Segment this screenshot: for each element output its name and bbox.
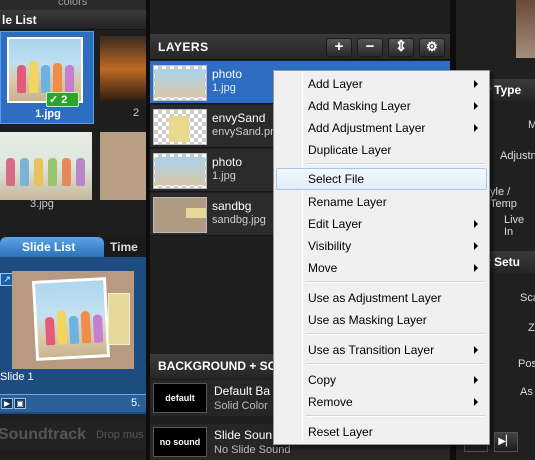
soundtrack-bar[interactable]: Soundtrack Drop mus [0, 420, 146, 450]
file-thumb-1[interactable]: ✓ 2 1.jpg [0, 31, 94, 124]
menu-duplicate-layer[interactable]: Duplicate Layer [276, 139, 487, 161]
sound-sub: No Slide Sound [214, 444, 291, 456]
slide-controls: ▶ ▣ 5. [0, 394, 146, 412]
file-list-header: le List [0, 10, 146, 30]
layer-file: sandbg.jpg [212, 214, 266, 226]
layer-thumbnail [153, 65, 207, 101]
menu-copy[interactable]: Copy [276, 369, 487, 391]
prop-label: Sca [520, 292, 535, 304]
slide-tabs: Slide List Time [0, 237, 146, 257]
background-name: Default Ba [214, 384, 271, 398]
prop-label: As [520, 386, 533, 398]
prop-label: Pos [518, 358, 535, 370]
submenu-arrow-icon [474, 220, 478, 228]
thumb-image [100, 36, 146, 102]
menu-add-masking-layer[interactable]: Add Masking Layer [276, 95, 487, 117]
thumb-image [0, 132, 92, 200]
slide-list-area: ↗ Slide 1 ▶ ▣ 5. [0, 257, 146, 414]
layer-thumbnail [153, 109, 207, 145]
menu-remove[interactable]: Remove [276, 391, 487, 413]
submenu-arrow-icon [474, 102, 478, 110]
menu-add-adjustment-layer[interactable]: Add Adjustment Layer [276, 117, 487, 139]
submenu-arrow-icon [474, 346, 478, 354]
preview-image [516, 0, 535, 58]
background-swatch: default [153, 383, 207, 413]
layers-header: LAYERS + − ⇕ ⚙ [150, 34, 450, 60]
settings-gear-icon[interactable]: ⚙ [419, 38, 445, 57]
submenu-arrow-icon [474, 398, 478, 406]
slide-duration[interactable]: 5. [131, 397, 140, 409]
layer-name: sandbg [212, 199, 252, 213]
menu-add-layer[interactable]: Add Layer [276, 73, 487, 95]
menu-separator [306, 333, 485, 335]
menu-edit-layer[interactable]: Edit Layer [276, 213, 487, 235]
submenu-arrow-icon [474, 242, 478, 250]
prop-label: Live In [504, 214, 525, 238]
next-icon[interactable]: ▶▏ [494, 432, 518, 452]
file-thumb-3[interactable]: 3.jpg [0, 130, 92, 210]
slide-photo [31, 277, 111, 361]
slide-thumbnail[interactable] [12, 271, 134, 369]
menu-rename-layer[interactable]: Rename Layer [276, 191, 487, 213]
menu-separator [306, 415, 485, 417]
menu-separator [306, 363, 485, 365]
layer-file: 1.jpg [212, 82, 236, 94]
move-layer-button[interactable]: ⇕ [388, 38, 414, 57]
colors-row[interactable]: colors [0, 0, 146, 10]
thumb-label: 3.jpg [30, 198, 54, 210]
layer-context-menu: Add Layer Add Masking Layer Add Adjustme… [273, 70, 490, 445]
prop-label: Adjustn [500, 150, 535, 162]
sound-name: Slide Soun [214, 428, 273, 442]
thumb-image [100, 132, 146, 200]
menu-separator [306, 163, 485, 165]
play-icon[interactable]: ▶ [1, 398, 13, 409]
layer-name: envySand [212, 111, 266, 125]
submenu-arrow-icon [474, 80, 478, 88]
menu-use-as-transition-layer[interactable]: Use as Transition Layer [276, 339, 487, 361]
submenu-arrow-icon [474, 124, 478, 132]
layer-file: envySand.pn [212, 126, 277, 138]
tab-timeline[interactable]: Time [110, 240, 138, 254]
menu-reset-layer[interactable]: Reset Layer [276, 421, 487, 443]
layer-name: photo [212, 155, 243, 169]
menu-visibility[interactable]: Visibility [276, 235, 487, 257]
file-thumb-4[interactable] [97, 130, 146, 206]
menu-separator [306, 281, 485, 283]
left-column: colors le List ✓ 2 1.jpg 2 3.jpg Slide L… [0, 0, 146, 460]
submenu-arrow-icon [474, 264, 478, 272]
menu-move[interactable]: Move [276, 257, 487, 279]
soundtrack-hint: Drop mus [96, 429, 144, 441]
thumb-label: 1.jpg [35, 108, 61, 120]
add-layer-button[interactable]: + [326, 38, 352, 57]
slide-sand-layer [108, 293, 130, 345]
layers-title: LAYERS [158, 40, 209, 54]
tab-slide-list[interactable]: Slide List [0, 237, 104, 257]
thumb-label: 2 [133, 107, 140, 119]
sound-swatch: no sound [153, 427, 207, 457]
layers-icon[interactable]: ▣ [14, 398, 26, 409]
prop-label: yle / Temp [490, 186, 517, 210]
remove-layer-button[interactable]: − [357, 38, 383, 57]
soundtrack-title: Soundtrack [0, 426, 87, 443]
menu-use-as-masking-layer[interactable]: Use as Masking Layer [276, 309, 487, 331]
usage-badge: ✓ 2 [46, 92, 79, 107]
colors-label: colors [58, 0, 88, 8]
submenu-arrow-icon [474, 376, 478, 384]
menu-select-file[interactable]: Select File [276, 168, 487, 190]
layer-name: photo [212, 67, 243, 81]
prop-label: Z [528, 322, 535, 334]
file-thumb-2[interactable]: 2 [97, 31, 146, 124]
background-sub: Solid Color [214, 400, 268, 412]
layer-thumbnail [153, 197, 207, 233]
menu-use-as-adjustment-layer[interactable]: Use as Adjustment Layer [276, 287, 487, 309]
layer-thumbnail [153, 153, 207, 189]
prop-label: M [528, 119, 535, 131]
slide-label: Slide 1 [0, 371, 34, 383]
layer-file: 1.jpg [212, 170, 236, 182]
